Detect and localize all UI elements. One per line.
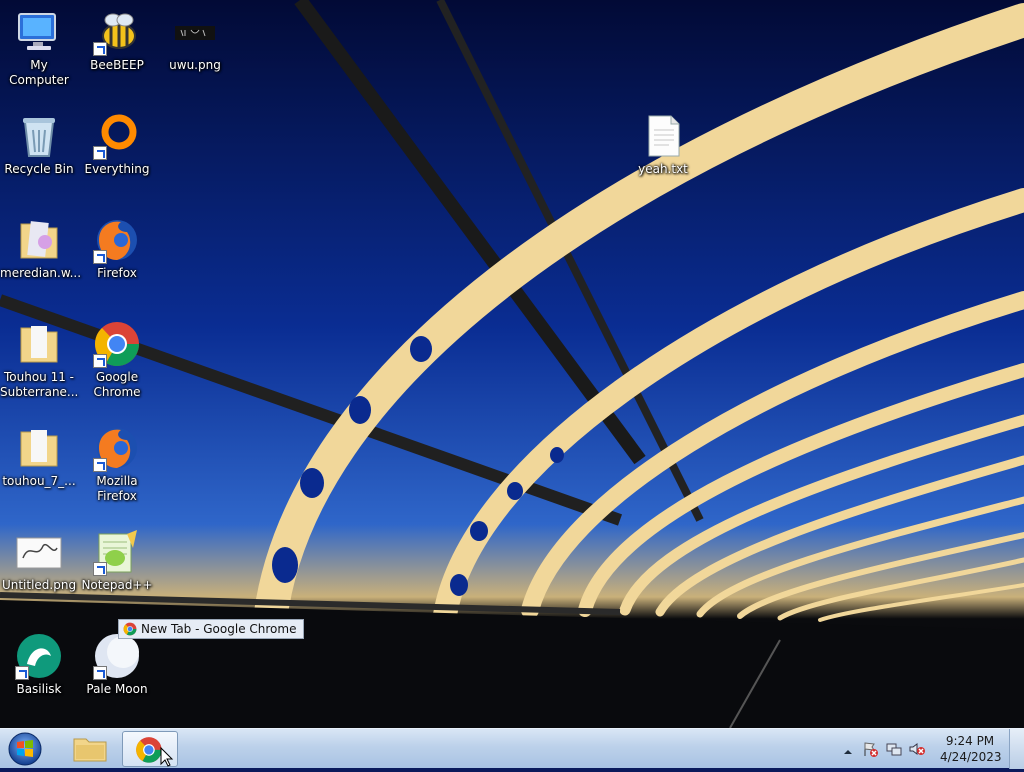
- system-tray: 9:24 PM 4/24/2023: [834, 729, 1024, 769]
- bee-icon: [93, 8, 141, 56]
- start-button[interactable]: [6, 731, 44, 767]
- shortcut-arrow-icon: [15, 666, 29, 680]
- image-file-icon: [171, 8, 219, 56]
- desktop-icon-uwu-png[interactable]: uwu.png: [156, 0, 234, 96]
- show-desktop-button[interactable]: [1009, 729, 1024, 769]
- desktop-icon-label: Basilisk: [16, 682, 62, 696]
- chrome-icon: [136, 737, 174, 767]
- desktop-icon-my-computer[interactable]: My Computer: [0, 0, 78, 96]
- desktop[interactable]: My Computer Recycle Bin meredian.w... To…: [0, 0, 1024, 728]
- desktop-icon-label: Mozilla Firefox: [96, 474, 138, 503]
- desktop-icon-label: Notepad++: [81, 578, 153, 592]
- shortcut-arrow-icon: [93, 562, 107, 576]
- folder-icon: [15, 424, 63, 472]
- desktop-icon-firefox[interactable]: Firefox: [78, 208, 156, 304]
- desktop-icon-label: uwu.png: [169, 58, 221, 72]
- taskbar-google-chrome[interactable]: [122, 731, 178, 767]
- desktop-icon-touhou-7-folder[interactable]: touhou_7_...: [0, 416, 78, 512]
- taskbar: 9:24 PM 4/24/2023: [0, 728, 1024, 769]
- folder-icon: [73, 738, 107, 762]
- volume-muted-icon[interactable]: [908, 741, 926, 757]
- chrome-icon: [93, 320, 141, 368]
- desktop-icon-notepadplusplus[interactable]: Notepad++: [78, 520, 156, 616]
- shortcut-arrow-icon: [93, 354, 107, 368]
- firefox-icon: [93, 216, 141, 264]
- desktop-icon-label: Untitled.png: [1, 578, 77, 592]
- desktop-icon-meredian-folder[interactable]: meredian.w...: [0, 208, 82, 304]
- desktop-icon-label: Touhou 11 - Subterrane...: [0, 370, 79, 399]
- windows-logo-icon: [8, 732, 42, 766]
- desktop-icon-label: Pale Moon: [86, 682, 148, 696]
- shortcut-arrow-icon: [93, 666, 107, 680]
- shortcut-arrow-icon: [93, 146, 107, 160]
- show-hidden-icons-icon[interactable]: [842, 743, 854, 755]
- network-icon[interactable]: [886, 741, 902, 757]
- desktop-icon-yeah-txt[interactable]: yeah.txt: [624, 104, 702, 200]
- firefox-icon: [93, 424, 141, 472]
- taskbar-file-explorer[interactable]: [62, 731, 118, 767]
- clock-date: 4/24/2023: [940, 750, 1002, 764]
- basilisk-icon: [15, 632, 63, 680]
- desktop-icon-label: Everything: [84, 162, 150, 176]
- folder-icon: [15, 320, 63, 368]
- folder-icon: [15, 216, 63, 264]
- desktop-icon-recycle-bin[interactable]: Recycle Bin: [0, 104, 78, 200]
- shortcut-arrow-icon: [93, 458, 107, 472]
- desktop-icon-label: Google Chrome: [93, 370, 141, 399]
- desktop-icon-label: touhou_7_...: [2, 474, 76, 488]
- desktop-icon-google-chrome[interactable]: Google Chrome: [78, 312, 156, 408]
- recycle-bin-icon: [15, 112, 63, 160]
- desktop-icon-label: My Computer: [9, 58, 69, 87]
- taskbar-clock[interactable]: 9:24 PM 4/24/2023: [940, 733, 1002, 765]
- chrome-icon: [123, 622, 137, 636]
- image-file-icon: [15, 528, 63, 576]
- desktop-icon-touhou-11-folder[interactable]: Touhou 11 - Subterrane...: [0, 312, 78, 408]
- pale-moon-icon: [93, 632, 141, 680]
- desktop-icon-basilisk[interactable]: Basilisk: [0, 624, 78, 720]
- action-center-flag-icon[interactable]: [862, 741, 878, 757]
- clock-time: 9:24 PM: [945, 734, 995, 748]
- taskbar-tooltip: New Tab - Google Chrome: [118, 619, 304, 639]
- desktop-icon-label: Firefox: [97, 266, 137, 280]
- desktop-icon-label: meredian.w...: [0, 266, 82, 280]
- text-file-icon: [639, 112, 687, 160]
- desktop-icon-label: BeeBEEP: [90, 58, 144, 72]
- tooltip-text: New Tab - Google Chrome: [141, 622, 297, 636]
- desktop-icon-everything[interactable]: Everything: [78, 104, 156, 200]
- everything-search-icon: [93, 112, 141, 160]
- desktop-icon-label: Recycle Bin: [4, 162, 74, 176]
- desktop-icon-mozilla-firefox[interactable]: Mozilla Firefox: [78, 416, 156, 512]
- desktop-icon-untitled-png[interactable]: Untitled.png: [0, 520, 78, 616]
- shortcut-arrow-icon: [93, 42, 107, 56]
- computer-icon: [15, 8, 63, 56]
- shortcut-arrow-icon: [93, 250, 107, 264]
- desktop-icon-label: yeah.txt: [638, 162, 688, 176]
- desktop-icon-beebeep[interactable]: BeeBEEP: [78, 0, 156, 96]
- notepadplusplus-icon: [93, 528, 141, 576]
